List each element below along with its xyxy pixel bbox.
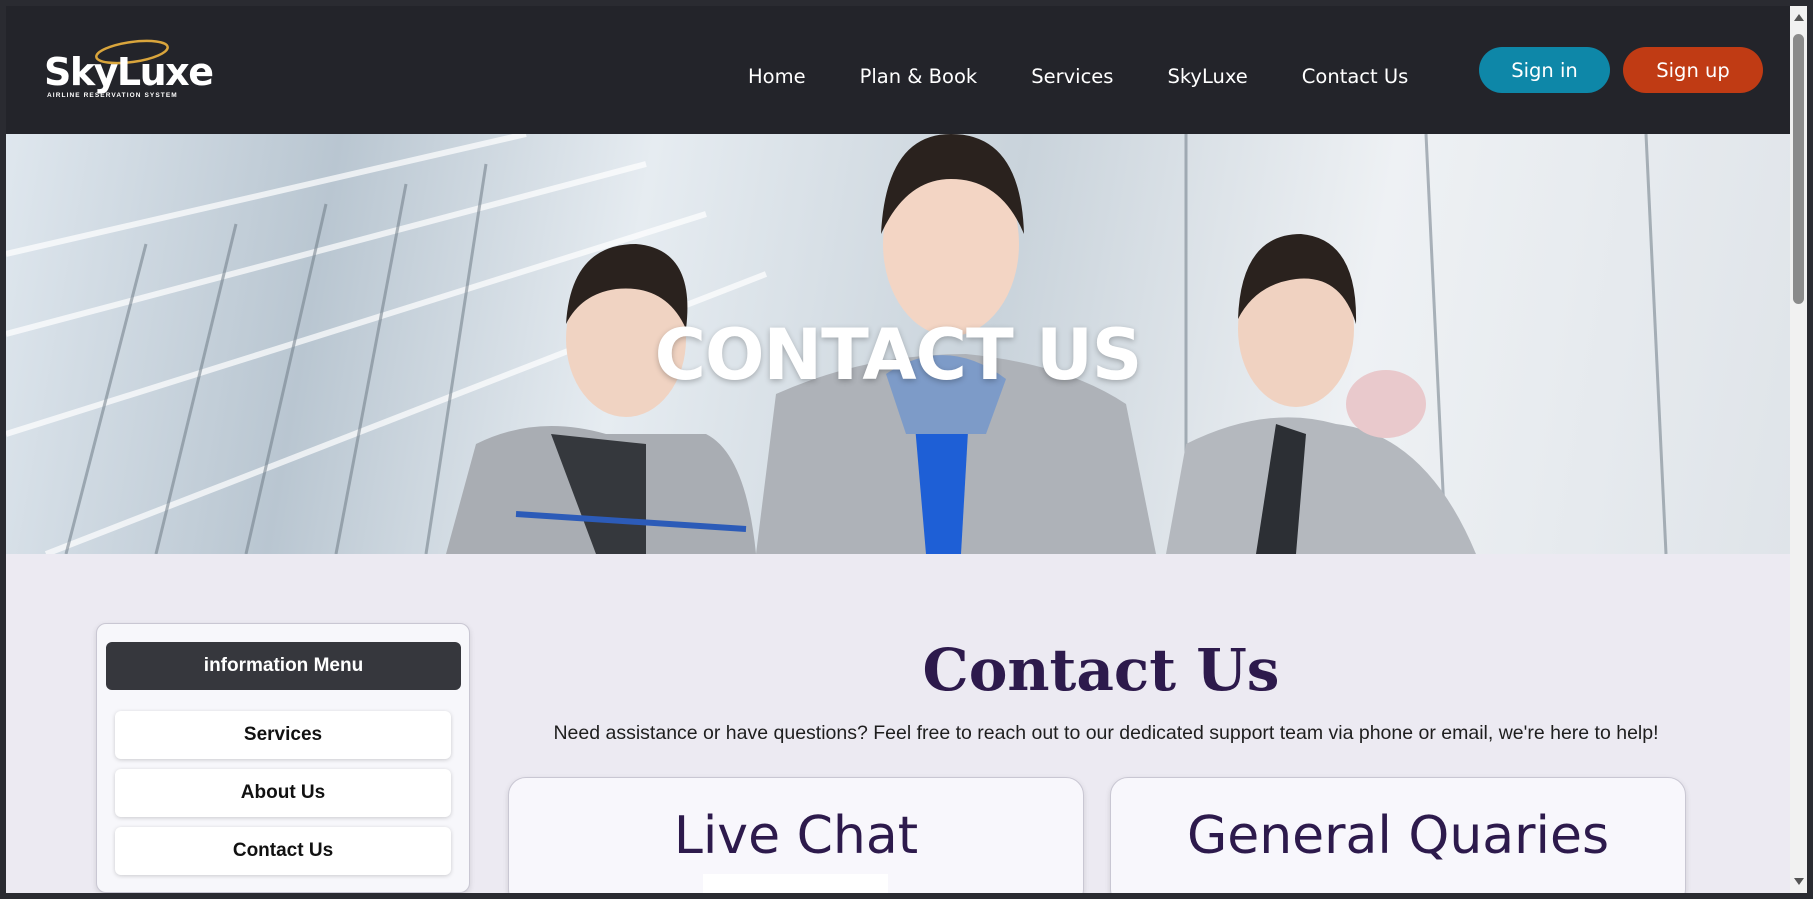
page-description: Need assistance or have questions? Feel … [553,722,1659,744]
sign-up-button[interactable]: Sign up [1623,47,1763,93]
hero-banner: CONTACT US [6,134,1790,554]
scroll-thumb[interactable] [1793,34,1804,304]
information-menu: information Menu Services About Us Conta… [96,623,470,893]
logo-wordmark: SkyLuxe [44,50,214,94]
information-menu-heading: information Menu [106,642,461,690]
live-chat-image [703,874,888,893]
sidebar-item-about-us[interactable]: About Us [115,769,451,817]
scroll-down-arrow-icon[interactable] [1794,878,1804,885]
general-queries-card[interactable]: General Quaries [1110,777,1686,893]
nav-contact-us[interactable]: Contact Us [1302,65,1409,88]
nav-services[interactable]: Services [1031,65,1113,88]
logo-tagline: AIRLINE RESERVATION SYSTEM [47,92,178,99]
nav-home[interactable]: Home [748,65,806,88]
page-title: Contact Us [922,636,1280,704]
sidebar-item-contact-us[interactable]: Contact Us [115,827,451,875]
live-chat-title: Live Chat [673,806,919,866]
top-navbar: SkyLuxe AIRLINE RESERVATION SYSTEM Home … [6,6,1790,134]
nav-links: Home Plan & Book Services SkyLuxe Contac… [748,52,1408,100]
sign-in-button[interactable]: Sign in [1479,47,1610,93]
scroll-up-arrow-icon[interactable] [1794,14,1804,21]
hero-title: CONTACT US [654,314,1143,396]
nav-plan-book[interactable]: Plan & Book [860,65,978,88]
general-queries-title: General Quaries [1186,806,1610,866]
sidebar-item-services[interactable]: Services [115,711,451,759]
nav-skyluxe[interactable]: SkyLuxe [1167,65,1247,88]
live-chat-card[interactable]: Live Chat [508,777,1084,893]
skyluxe-logo[interactable]: SkyLuxe AIRLINE RESERVATION SYSTEM [44,36,214,106]
browser-viewport: SkyLuxe AIRLINE RESERVATION SYSTEM Home … [6,6,1790,893]
vertical-scrollbar[interactable] [1790,6,1807,893]
